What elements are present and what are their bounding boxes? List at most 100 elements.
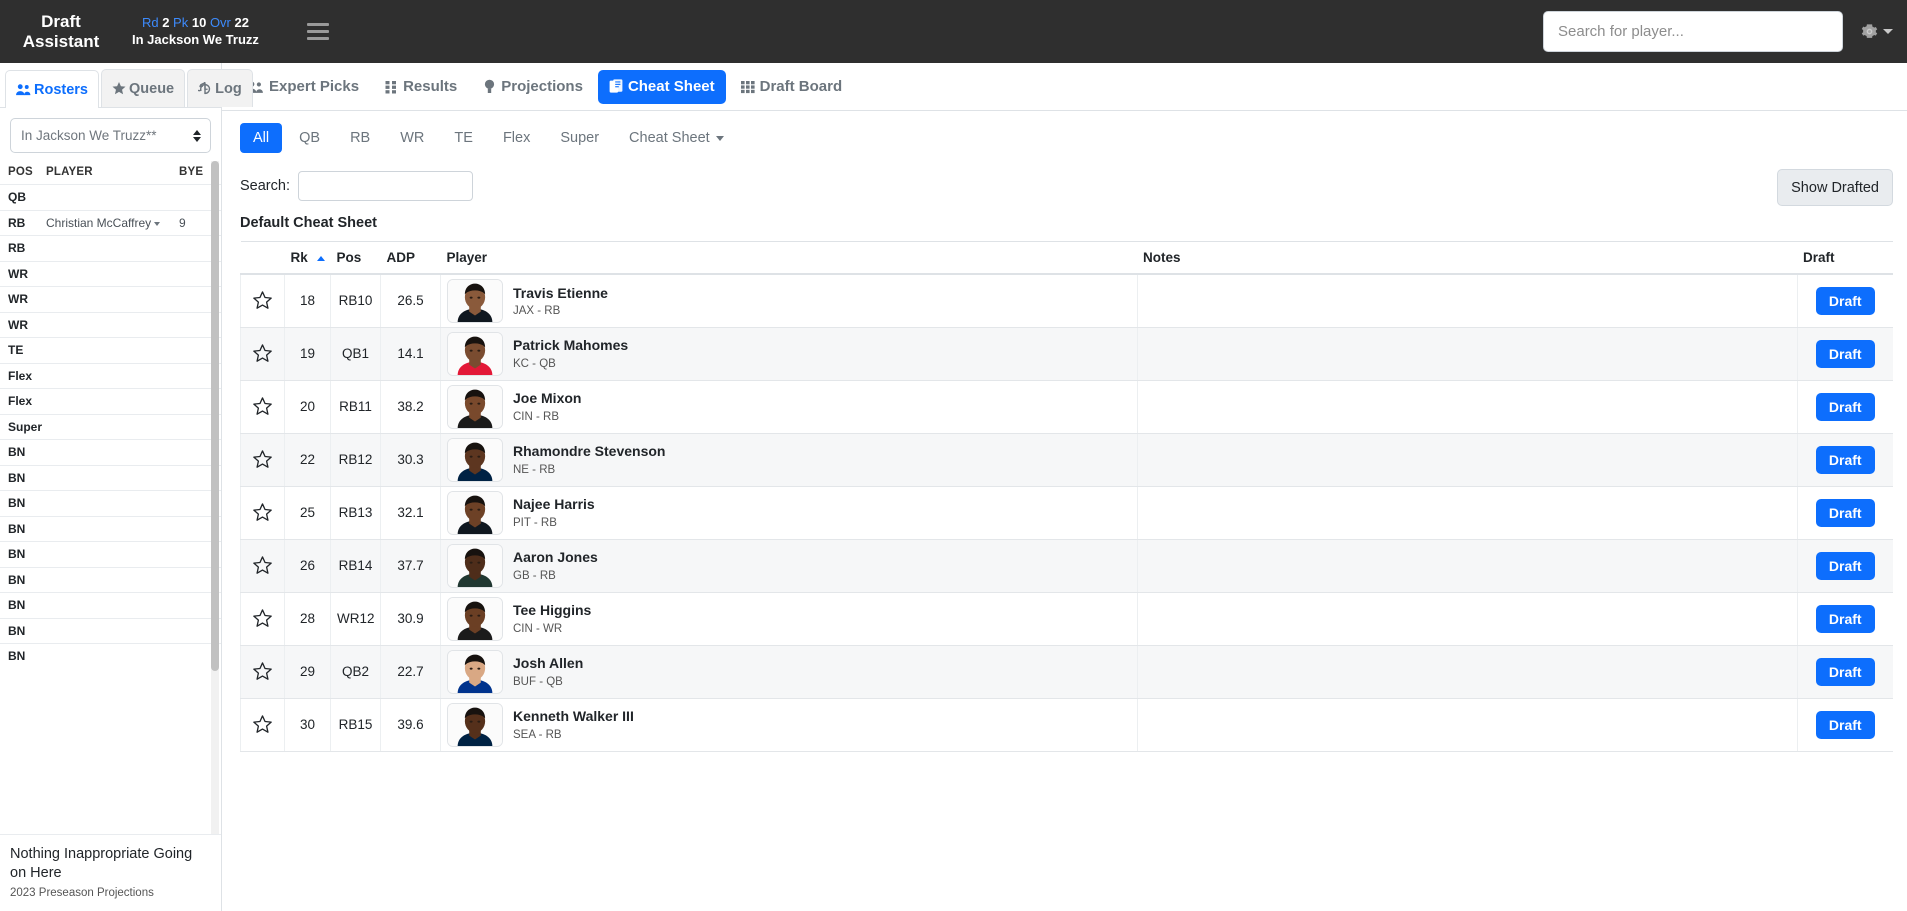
table-search-input[interactable] bbox=[297, 171, 473, 201]
star-icon bbox=[253, 344, 272, 362]
filter-qb[interactable]: QB bbox=[286, 123, 333, 153]
filter-qb-label: QB bbox=[299, 130, 321, 146]
column-header-notes[interactable]: Notes bbox=[1137, 241, 1797, 275]
roster-row-player[interactable]: Christian McCaffrey bbox=[46, 216, 179, 230]
favorite-star-cell[interactable] bbox=[240, 327, 285, 381]
sidebar-tab-rosters[interactable]: Rosters bbox=[5, 70, 99, 108]
notes-cell[interactable] bbox=[1137, 645, 1798, 699]
arrow-up bbox=[193, 129, 201, 135]
player-headshot bbox=[447, 490, 503, 535]
settings-menu-button[interactable] bbox=[1861, 23, 1893, 40]
favorite-star-cell[interactable] bbox=[240, 433, 285, 487]
player-team-position: KC - QB bbox=[513, 357, 556, 370]
brand-line-1: Draft bbox=[41, 11, 81, 31]
player-cell[interactable]: Joe Mixon CIN - RB bbox=[440, 380, 1138, 434]
notes-cell[interactable] bbox=[1137, 698, 1798, 752]
favorite-star-cell[interactable] bbox=[240, 539, 285, 593]
top-bar-right bbox=[1543, 0, 1907, 63]
column-header-adp[interactable]: ADP bbox=[380, 241, 441, 275]
position-cell: RB11 bbox=[330, 380, 381, 434]
player-name: Rhamondre Stevenson bbox=[513, 443, 666, 460]
tab-cheat-sheet[interactable]: Cheat Sheet bbox=[597, 69, 726, 104]
cheat-sheet-table: Rk Pos ADP Player Notes Draft 18 RB10 26.5… bbox=[240, 241, 1893, 752]
column-header-rk[interactable]: Rk bbox=[284, 241, 331, 275]
hamburger-icon[interactable] bbox=[306, 19, 333, 45]
notes-cell[interactable] bbox=[1137, 327, 1798, 381]
player-photo bbox=[448, 332, 502, 375]
player-photo bbox=[448, 279, 502, 322]
sidebar-scrollbar[interactable] bbox=[211, 161, 219, 834]
team-select[interactable]: In Jackson We Truzz** bbox=[10, 118, 211, 153]
player-search-input[interactable] bbox=[1543, 11, 1843, 52]
sidebar-tab-queue[interactable]: Queue bbox=[101, 69, 186, 107]
player-photo bbox=[448, 703, 502, 746]
draft-cell: Draft bbox=[1797, 592, 1893, 646]
column-header-pos[interactable]: Pos bbox=[330, 241, 381, 275]
notes-cell[interactable] bbox=[1137, 433, 1798, 487]
player-cell[interactable]: Patrick Mahomes KC - QB bbox=[440, 327, 1138, 381]
tab-expert-picks[interactable]: Expert Picks bbox=[236, 70, 370, 104]
draft-button[interactable]: Draft bbox=[1815, 498, 1875, 527]
draft-button[interactable]: Draft bbox=[1815, 445, 1875, 474]
roster-row-position: Super bbox=[8, 419, 43, 434]
filter-all[interactable]: All bbox=[240, 123, 283, 153]
tab-results[interactable]: Results bbox=[374, 70, 468, 104]
draft-cell: Draft bbox=[1797, 274, 1893, 328]
roster-row: Super bbox=[0, 413, 221, 440]
sort-ascending-icon bbox=[316, 255, 325, 261]
draft-button[interactable]: Draft bbox=[1815, 604, 1875, 633]
player-cell[interactable]: Travis Etienne JAX - RB bbox=[440, 274, 1138, 328]
column-header-star[interactable] bbox=[240, 241, 285, 275]
notes-cell[interactable] bbox=[1137, 380, 1798, 434]
adp-cell: 38.2 bbox=[380, 380, 441, 434]
roster-row-position: WR bbox=[8, 292, 28, 307]
draft-button[interactable]: Draft bbox=[1815, 392, 1875, 421]
notes-cell[interactable] bbox=[1137, 274, 1798, 328]
cheat-sheet-dropdown[interactable]: Cheat Sheet bbox=[616, 123, 737, 153]
sidebar-scrollbar-thumb[interactable] bbox=[211, 161, 219, 671]
rank-cell: 26 bbox=[284, 539, 331, 593]
notes-cell[interactable] bbox=[1137, 539, 1798, 593]
player-cell[interactable]: Aaron Jones GB - RB bbox=[440, 539, 1138, 593]
adp-cell: 30.9 bbox=[380, 592, 441, 646]
favorite-star-cell[interactable] bbox=[240, 380, 285, 434]
roster-header-row: POS PLAYER BYE bbox=[0, 161, 221, 184]
draft-button[interactable]: Draft bbox=[1815, 657, 1875, 686]
adp-cell: 22.7 bbox=[380, 645, 441, 699]
roster-row: RB bbox=[0, 235, 221, 261]
player-cell[interactable]: Rhamondre Stevenson NE - RB bbox=[440, 433, 1138, 487]
filter-wr[interactable]: WR bbox=[387, 123, 437, 153]
tab-draft-board[interactable]: Draft Board bbox=[730, 70, 854, 104]
favorite-star-cell[interactable] bbox=[240, 274, 285, 328]
filter-super[interactable]: Super bbox=[547, 123, 612, 153]
arrow-down bbox=[193, 136, 201, 142]
sidebar-tab-log[interactable]: Log bbox=[187, 69, 253, 107]
body-wrapper: Rosters Queue Log In Jackson We Truzz** … bbox=[0, 63, 1907, 911]
player-cell[interactable]: Josh Allen BUF - QB bbox=[440, 645, 1138, 699]
show-drafted-button[interactable]: Show Drafted bbox=[1777, 169, 1893, 206]
notes-cell[interactable] bbox=[1137, 592, 1798, 646]
column-header-player[interactable]: Player bbox=[440, 241, 1137, 275]
history-icon bbox=[198, 81, 211, 94]
favorite-star-cell[interactable] bbox=[240, 592, 285, 646]
draft-button[interactable]: Draft bbox=[1815, 551, 1875, 580]
tab-projections[interactable]: Projections bbox=[472, 70, 594, 104]
filter-wr-label: WR bbox=[400, 130, 425, 146]
player-cell[interactable]: Kenneth Walker III SEA - RB bbox=[440, 698, 1138, 752]
adp-cell: 30.3 bbox=[380, 433, 441, 487]
draft-button[interactable]: Draft bbox=[1815, 286, 1875, 315]
filter-flex[interactable]: Flex bbox=[490, 123, 543, 153]
filter-rb[interactable]: RB bbox=[337, 123, 383, 153]
roster-row: QB bbox=[0, 184, 221, 210]
draft-button[interactable]: Draft bbox=[1815, 339, 1875, 368]
player-cell[interactable]: Najee Harris PIT - RB bbox=[440, 486, 1138, 540]
filter-te[interactable]: TE bbox=[441, 123, 486, 153]
favorite-star-cell[interactable] bbox=[240, 698, 285, 752]
gear-icon bbox=[1861, 24, 1878, 38]
favorite-star-cell[interactable] bbox=[240, 486, 285, 540]
roster-row: TE bbox=[0, 337, 221, 363]
player-cell[interactable]: Tee Higgins CIN - WR bbox=[440, 592, 1138, 646]
draft-button[interactable]: Draft bbox=[1815, 710, 1875, 739]
favorite-star-cell[interactable] bbox=[240, 645, 285, 699]
notes-cell[interactable] bbox=[1137, 486, 1798, 540]
